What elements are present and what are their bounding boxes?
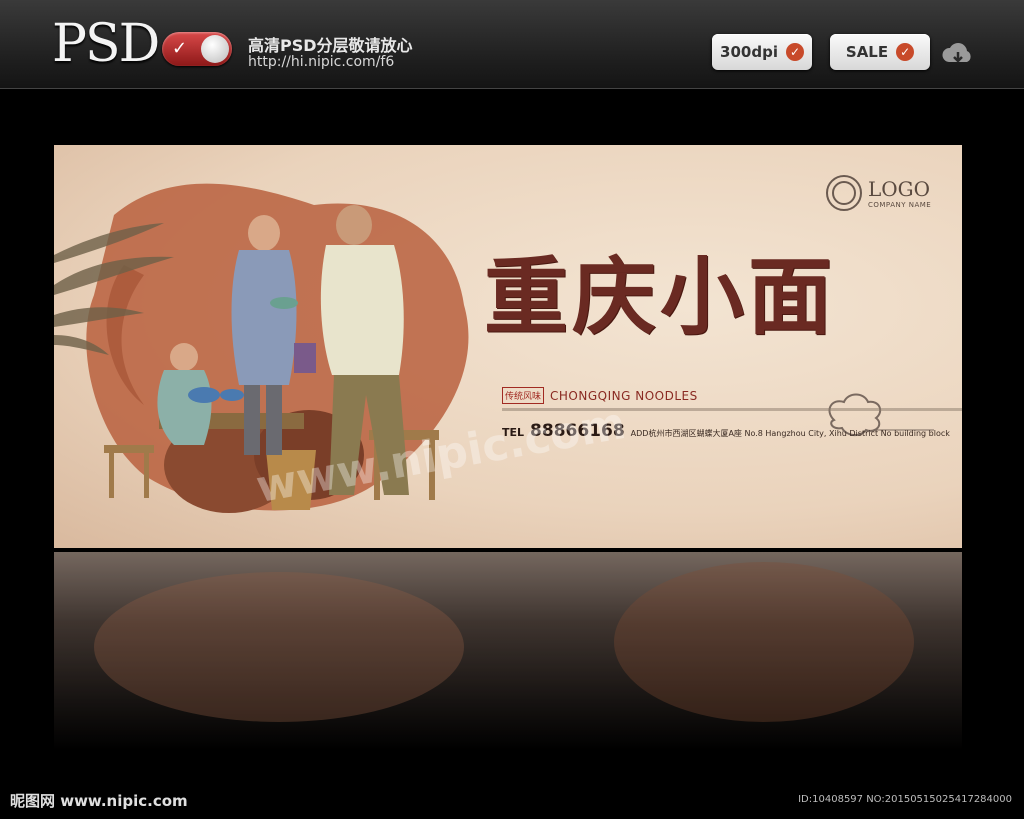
cloud-download-icon[interactable]	[940, 40, 976, 70]
reflection-splash	[614, 562, 914, 722]
sale-badge[interactable]: SALE ✓	[830, 34, 930, 70]
psd-logo: PSD	[52, 14, 160, 74]
site-brand[interactable]: 昵图网 www.nipic.com	[10, 790, 188, 811]
check-icon: ✓	[785, 43, 804, 61]
reflection-splash	[94, 572, 464, 722]
top-bar: PSD ✓ 高清PSD分层敬请放心 http://hi.nipic.com/f6…	[0, 0, 1024, 89]
poster: LOGO COMPANY NAME 重庆小面 传统风味 CHONGQING NO…	[54, 145, 962, 548]
check-icon: ✓	[896, 43, 915, 61]
logo-subtitle: COMPANY NAME	[868, 201, 932, 209]
dpi-badge[interactable]: 300dpi ✓	[712, 34, 812, 70]
poster-reflection	[54, 552, 962, 752]
english-name: CHONGQING NOODLES	[550, 388, 698, 403]
toggle-check-icon: ✓	[172, 38, 188, 59]
poster-title: 重庆小面	[484, 247, 837, 346]
logo-text: LOGO	[868, 177, 931, 201]
address: ADD杭州市西湖区蝴蝶大厦A座 No.8 Hangzhou City, Xihu…	[630, 429, 950, 438]
image-id: ID:10408597 NO:20150515025417284000	[798, 794, 1012, 805]
promo-title: 高清PSD分层敬请放心	[248, 36, 413, 55]
company-logo: LOGO COMPANY NAME	[826, 175, 936, 215]
toggle-knob	[201, 35, 229, 63]
toggle-switch[interactable]: ✓	[162, 32, 232, 66]
seal-stamp: 传统风味	[502, 387, 545, 404]
sale-label: SALE	[845, 43, 889, 61]
promo-url[interactable]: http://hi.nipic.com/f6	[248, 54, 394, 70]
dpi-label: 300dpi	[720, 43, 778, 61]
